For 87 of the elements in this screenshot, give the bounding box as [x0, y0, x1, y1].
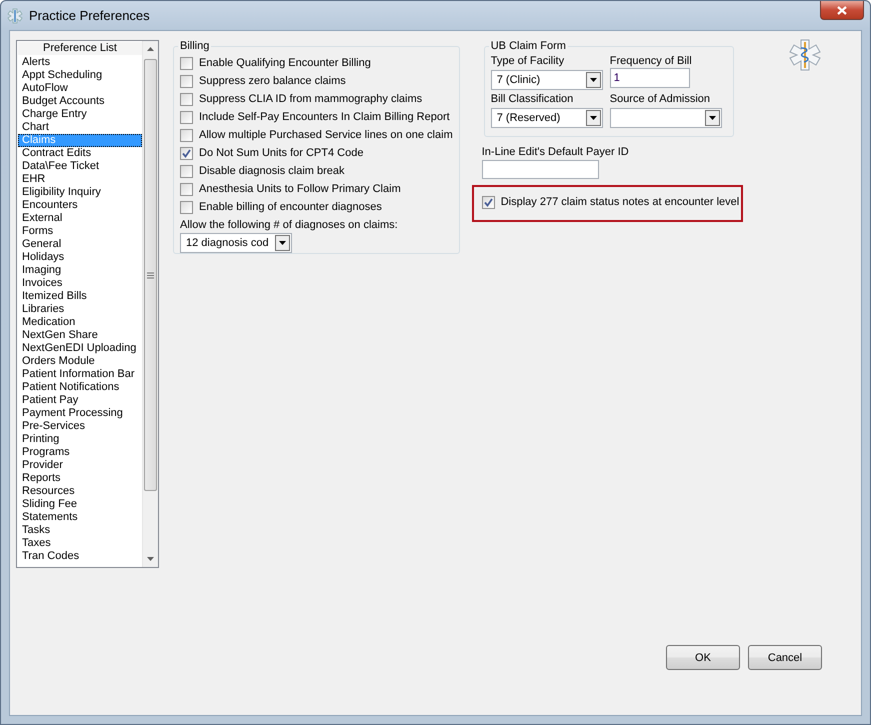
list-item[interactable]: Pre-Services — [18, 420, 142, 433]
list-item[interactable]: Charge Entry — [18, 108, 142, 121]
list-item[interactable]: Patient Pay — [18, 394, 142, 407]
list-item[interactable]: Contract Edits — [18, 147, 142, 160]
list-item[interactable]: Printing — [18, 433, 142, 446]
input-field[interactable] — [482, 160, 599, 179]
list-item[interactable]: Resources — [18, 485, 142, 498]
checkbox[interactable] — [180, 56, 193, 70]
field-label: In-Line Edit's Default Payer ID — [482, 145, 630, 159]
list-item[interactable]: Invoices — [18, 277, 142, 290]
list-item[interactable]: Orders Module — [18, 355, 142, 368]
list-item[interactable]: Chart — [18, 121, 142, 134]
list-item[interactable]: Programs — [18, 446, 142, 459]
list-item[interactable]: Sliding Fee — [18, 498, 142, 511]
field-label: Allow the following # of diagnoses on claims: — [180, 219, 399, 231]
dropdown[interactable]: 7 (Clinic) — [490, 70, 603, 90]
field-label: Frequency of Bill — [610, 54, 693, 68]
field-label: Type of Facility — [490, 54, 566, 68]
list-item[interactable]: Budget Accounts — [18, 95, 142, 108]
checkbox-label: Include Self-Pay Encounters In Claim Billing Report — [199, 111, 450, 123]
list-item[interactable]: Encounters — [18, 199, 142, 212]
app-icon — [7, 8, 23, 24]
scroll-down-icon[interactable] — [147, 557, 154, 561]
close-icon — [837, 6, 847, 14]
checkbox-label: Enable billing of encounter diagnoses — [199, 201, 382, 213]
dialog-button[interactable]: OK — [666, 645, 740, 670]
list-item[interactable]: EHR — [18, 173, 142, 186]
checkbox-label: Suppress CLIA ID from mammography claims — [199, 93, 422, 105]
list-item[interactable]: Patient Information Bar — [18, 368, 142, 381]
list-item[interactable]: Itemized Bills — [18, 290, 142, 303]
dropdown[interactable]: 12 diagnosis cod — [180, 233, 292, 253]
list-header: Preference List — [18, 42, 142, 55]
field-label: Bill Classification — [490, 92, 574, 106]
dropdown[interactable] — [610, 108, 722, 128]
checkbox-label: Suppress zero balance claims — [199, 75, 346, 87]
checkbox[interactable] — [180, 110, 193, 124]
dialog-button[interactable]: Cancel — [748, 645, 822, 670]
list-item[interactable]: Statements — [18, 511, 142, 524]
caret-icon — [279, 241, 286, 245]
field-label: Source of Admission — [610, 92, 712, 106]
caret-icon — [708, 116, 716, 120]
list-item[interactable]: NextGenEDI Uploading — [18, 342, 142, 355]
list-item[interactable]: Taxes — [18, 537, 142, 550]
scrollbar-thumb[interactable] — [144, 59, 157, 491]
input-field[interactable]: 1 — [610, 68, 690, 88]
list-item[interactable]: Tasks — [18, 524, 142, 537]
checkbox-label: Enable Qualifying Encounter Billing — [199, 57, 371, 69]
list-item[interactable]: Holidays — [18, 251, 142, 264]
list-item[interactable]: Tran Codes — [18, 550, 142, 563]
list-item[interactable]: General — [18, 238, 142, 251]
checkbox-label: Disable diagnosis claim break — [199, 165, 345, 177]
checkbox-label: Display 277 claim status notes at encounter level — [500, 196, 740, 208]
list-item[interactable]: Data\Fee Ticket — [18, 160, 142, 173]
list-item[interactable]: Provider — [18, 459, 142, 472]
caduceus-star-icon — [789, 39, 821, 71]
window-title: Practice Preferences — [29, 8, 150, 23]
checkbox-label: Anesthesia Units to Follow Primary Claim — [199, 183, 401, 195]
group-title: Billing — [179, 40, 210, 52]
checkbox[interactable] — [180, 128, 193, 142]
list-item[interactable]: Appt Scheduling — [18, 69, 142, 82]
checkbox[interactable] — [180, 92, 193, 106]
checkbox[interactable] — [180, 200, 193, 214]
list-item[interactable]: Payment Processing — [18, 407, 142, 420]
list-item[interactable]: Eligibility Inquiry — [18, 186, 142, 199]
checkbox[interactable] — [482, 196, 495, 208]
list-item[interactable]: Reports — [18, 472, 142, 485]
caret-icon — [590, 78, 597, 82]
dropdown[interactable]: 7 (Reserved) — [490, 108, 603, 128]
list-item[interactable]: NextGen Share — [18, 329, 142, 342]
caret-icon — [590, 116, 597, 120]
list-item[interactable]: Imaging — [18, 264, 142, 277]
group-title: UB Claim Form — [490, 40, 567, 52]
list-item[interactable]: External — [18, 212, 142, 225]
checkbox-label: Allow multiple Purchased Service lines on one claim — [199, 129, 453, 141]
checkbox[interactable] — [180, 74, 193, 88]
list-item[interactable]: Forms — [18, 225, 142, 238]
close-button[interactable] — [820, 1, 864, 20]
checkbox[interactable] — [180, 182, 193, 196]
checkbox-label: Do Not Sum Units for CPT4 Code — [199, 147, 364, 159]
list-item[interactable]: AutoFlow — [18, 82, 142, 95]
checkbox[interactable] — [180, 164, 193, 178]
list-item[interactable]: Libraries — [18, 303, 142, 316]
list-item[interactable]: Alerts — [18, 56, 142, 69]
checkbox[interactable] — [180, 146, 193, 160]
scroll-up-icon[interactable] — [147, 47, 154, 51]
list-item[interactable]: Patient Notifications — [18, 381, 142, 394]
list-item[interactable]: Medication — [18, 316, 142, 329]
